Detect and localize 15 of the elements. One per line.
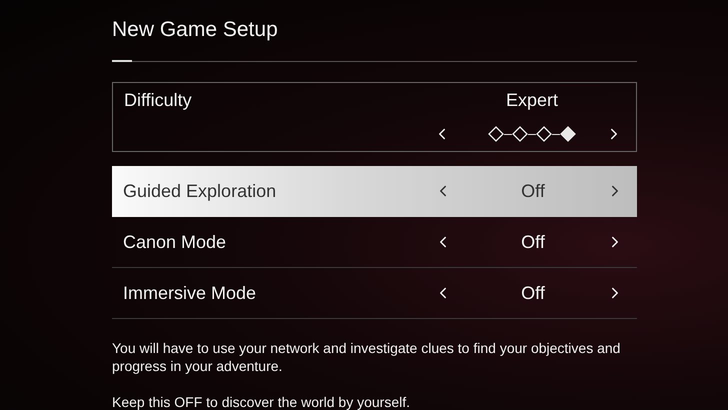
option-value: Off [520, 180, 546, 202]
option-value: Off [520, 282, 546, 304]
option-row[interactable]: Guided Exploration Off [112, 166, 637, 217]
option-row[interactable]: Canon Mode Off [112, 217, 637, 268]
option-row[interactable]: Immersive Mode Off [112, 268, 637, 319]
option-value: Off [520, 232, 546, 252]
option-label: Difficulty [123, 90, 193, 110]
description-text: Keep this OFF to discover the world by yourself. [112, 393, 412, 410]
difficulty-panel[interactable]: Difficulty Expert [112, 82, 637, 152]
description-text: You will have to use your network and investigate clues to find your objectives and progress in your adventure. [112, 339, 622, 375]
option-label: Guided Exploration [122, 180, 278, 202]
screen-title: New Game Setup [112, 17, 279, 43]
option-value: Expert [504, 90, 560, 110]
option-label: Immersive Mode [122, 282, 258, 304]
option-label: Canon Mode [122, 232, 228, 252]
